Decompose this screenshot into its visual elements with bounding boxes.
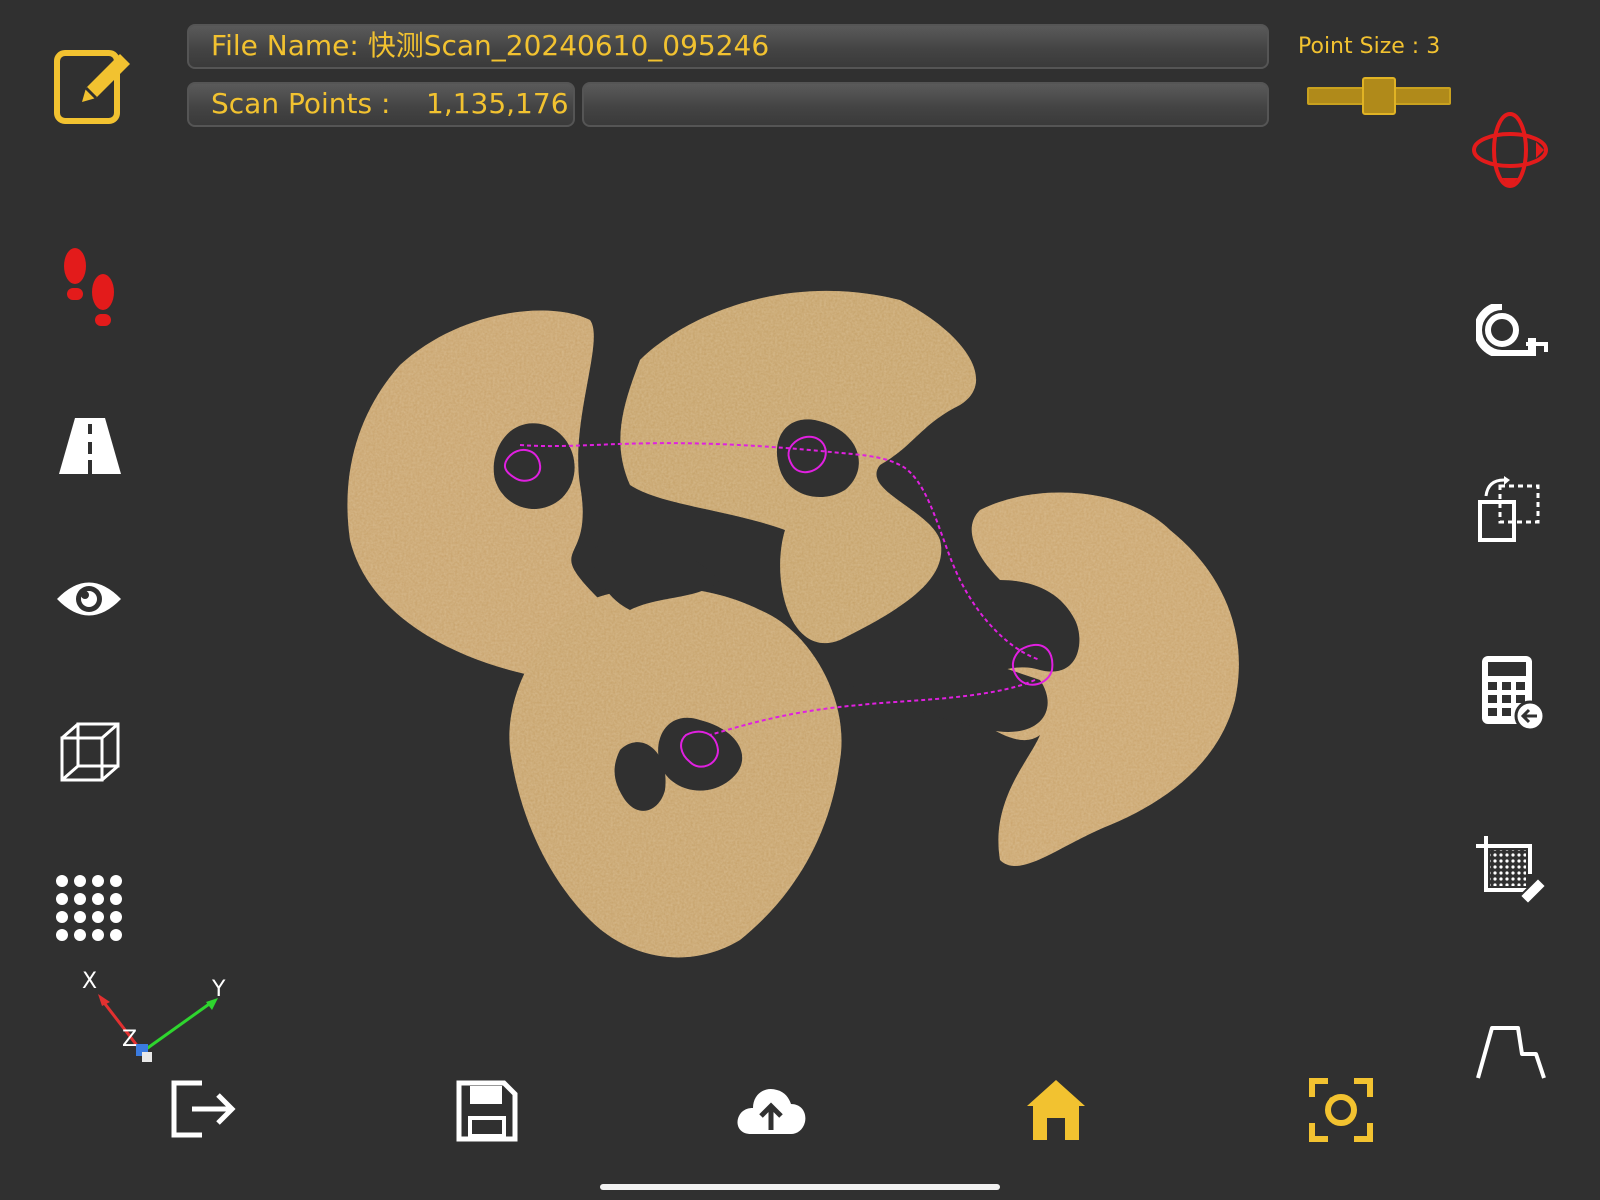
profile-section-button[interactable] xyxy=(1476,1024,1546,1080)
orbit-rotate-icon xyxy=(1472,112,1548,188)
crop-erase-button[interactable] xyxy=(1474,834,1546,904)
scan-cluster-bottom xyxy=(509,587,842,958)
footprints-icon xyxy=(64,248,114,326)
point-size-label: Point Size : 3 xyxy=(1298,34,1440,59)
measure-button[interactable] xyxy=(1476,304,1548,356)
point-size-slider-thumb[interactable] xyxy=(1362,77,1396,115)
save-icon xyxy=(456,1080,518,1142)
status-bar xyxy=(582,82,1269,127)
axis-x-label: X xyxy=(82,969,97,994)
home-indicator[interactable] xyxy=(600,1184,1000,1190)
scan-points-bar: Scan Points : 1,135,176 xyxy=(187,82,575,127)
calculator-button[interactable] xyxy=(1478,654,1546,732)
screenshot-icon xyxy=(1309,1078,1373,1142)
axis-y-label: Y xyxy=(211,977,226,1002)
point-display-button[interactable] xyxy=(55,874,127,946)
eye-icon xyxy=(57,582,121,616)
point-cloud-view[interactable] xyxy=(340,280,1280,1000)
visibility-button[interactable] xyxy=(55,576,123,622)
exit-icon xyxy=(171,1080,236,1138)
cloud-upload-icon xyxy=(737,1088,806,1134)
edit-icon xyxy=(54,50,130,124)
bounding-box-button[interactable] xyxy=(58,720,124,786)
file-name-label: File Name: xyxy=(211,29,359,62)
axis-z-label: Z xyxy=(122,1027,137,1052)
road-button[interactable] xyxy=(57,416,123,476)
file-name-value: 快测Scan_20240610_095246 xyxy=(367,29,770,62)
tape-measure-icon xyxy=(1476,304,1548,356)
profile-section-icon xyxy=(1476,1026,1546,1079)
cloud-upload-button[interactable] xyxy=(735,1084,807,1136)
crop-erase-icon xyxy=(1476,836,1546,904)
home-icon xyxy=(1027,1080,1085,1140)
cube-wireframe-icon xyxy=(60,722,120,782)
scan-points-value: 1,135,176 xyxy=(426,87,569,120)
transform-button[interactable] xyxy=(1476,476,1544,544)
screenshot-button[interactable] xyxy=(1308,1077,1374,1143)
file-name-bar: File Name: 快测Scan_20240610_095246 xyxy=(187,24,1269,69)
point-size-value: 3 xyxy=(1426,34,1441,59)
axis-gizmo: X Y Z xyxy=(82,969,226,1062)
point-size-text: Point Size : xyxy=(1298,34,1420,59)
scan-points-label: Scan Points : xyxy=(211,87,391,120)
save-button[interactable] xyxy=(456,1080,518,1142)
road-icon xyxy=(59,418,121,474)
orbit-rotate-button[interactable] xyxy=(1470,110,1550,190)
footprints-button[interactable] xyxy=(60,248,122,328)
transform-icon xyxy=(1478,476,1540,542)
calculator-icon xyxy=(1482,656,1546,732)
edit-button[interactable] xyxy=(52,44,136,128)
point-size-slider[interactable] xyxy=(1307,77,1451,115)
home-button[interactable] xyxy=(1025,1078,1087,1142)
exit-button[interactable] xyxy=(168,1077,238,1141)
point-grid-icon xyxy=(56,875,122,941)
